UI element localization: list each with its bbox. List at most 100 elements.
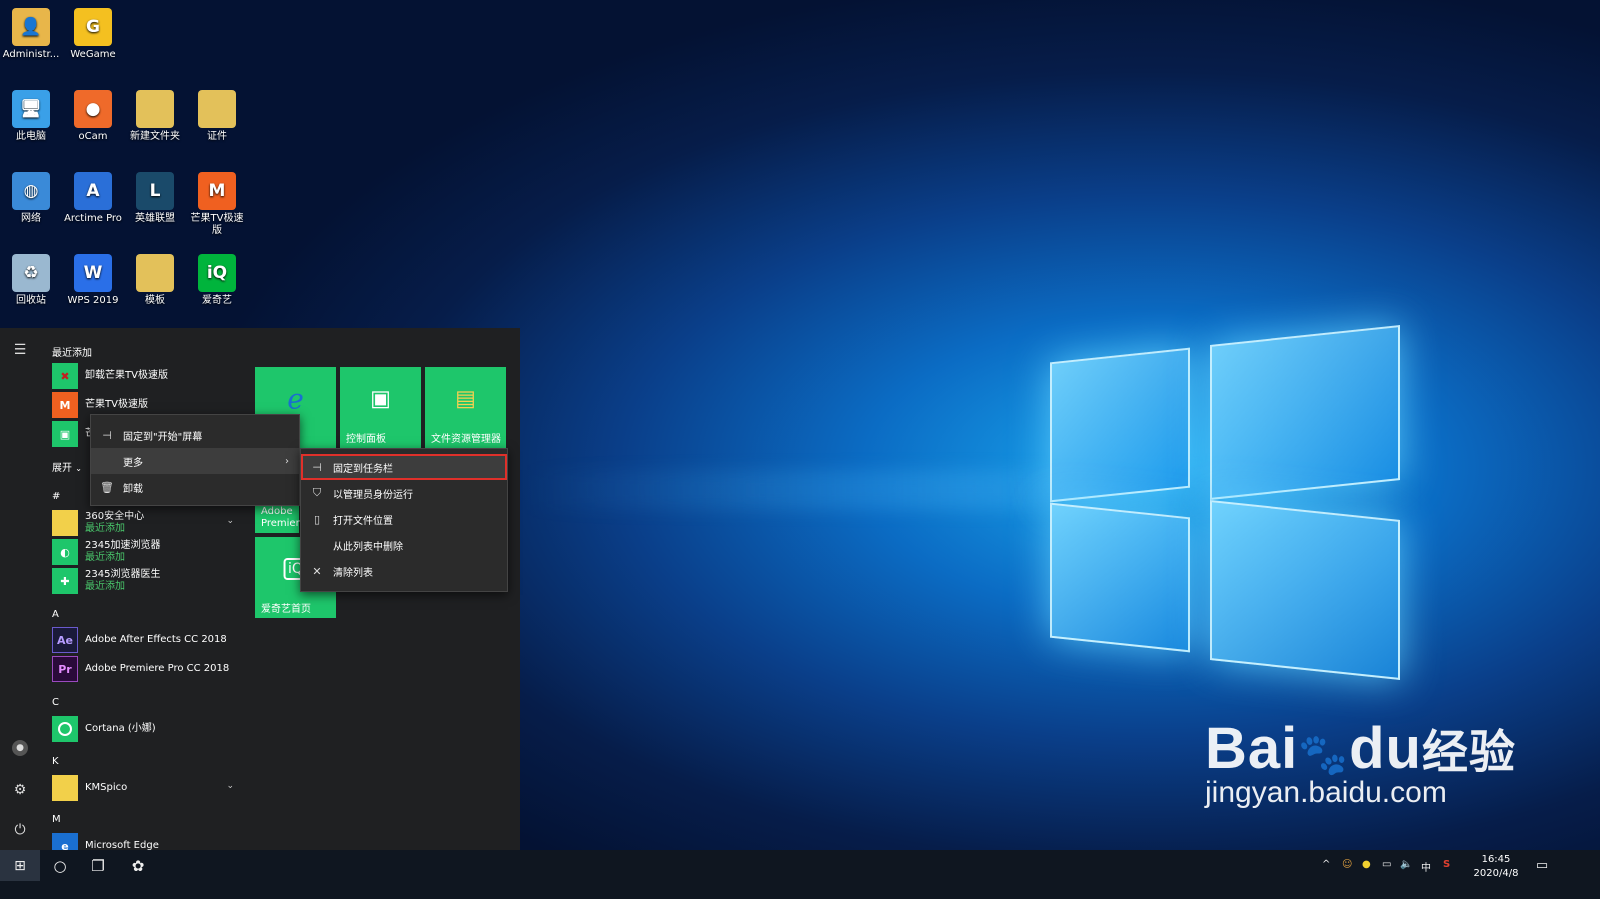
desktop-icon[interactable]: ♻ 回收站: [0, 254, 62, 307]
desktop-icon[interactable]: 新建文件夹: [124, 90, 186, 143]
list-item[interactable]: 360安全中心 最近添加 ⌄: [52, 510, 248, 536]
desktop-icon-label: Administr...: [2, 49, 60, 60]
trash-icon: 🗑: [100, 480, 114, 494]
clock[interactable]: 16:45 2020/4/8: [1470, 853, 1522, 881]
chevron-down-icon[interactable]: ⌄: [226, 781, 234, 791]
recent-header: 最近添加: [52, 348, 92, 359]
kmspico-icon: [52, 775, 78, 801]
cortana-icon: [52, 716, 78, 742]
shield-icon: ⛉: [312, 486, 322, 499]
list-item[interactable]: ✚ 2345浏览器医生 最近添加: [52, 568, 248, 594]
user-folder-icon: 👤: [12, 8, 50, 46]
notification-button[interactable]: ▭: [1522, 850, 1562, 881]
task-view-button[interactable]: ❐: [78, 850, 118, 881]
sogou-icon[interactable]: S: [1443, 859, 1450, 870]
desktop-icon-label: WPS 2019: [67, 295, 119, 306]
group-letter[interactable]: C: [52, 697, 59, 708]
computer-icon: 🖥: [12, 90, 50, 128]
list-item[interactable]: e Microsoft Edge: [52, 833, 248, 850]
windows-icon: ⊞: [14, 857, 26, 874]
user-avatar-icon[interactable]: ●: [12, 740, 28, 756]
pin-to-taskbar-item[interactable]: ⊣ 固定到任务栏: [301, 454, 507, 480]
list-item[interactable]: ✖ 卸载芒果TV极速版: [52, 363, 248, 389]
remove-from-list-item[interactable]: 从此列表中删除: [301, 532, 507, 558]
desktop-icon[interactable]: 模板: [124, 254, 186, 307]
cortana-button[interactable]: ○: [40, 850, 80, 881]
clear-list-item[interactable]: ✕ 清除列表: [301, 558, 507, 584]
group-letter[interactable]: M: [52, 814, 61, 825]
volume-icon[interactable]: 🔈: [1400, 859, 1412, 870]
power-icon[interactable]: ⏻: [10, 820, 30, 840]
desktop-icon[interactable]: A Arctime Pro: [62, 172, 124, 225]
ime-indicator[interactable]: 中: [1421, 859, 1431, 874]
more-item[interactable]: 更多 ›: [91, 448, 299, 474]
group-letter[interactable]: A: [52, 609, 59, 620]
mgtv-uninstall-icon: ✖: [52, 363, 78, 389]
360-icon: [52, 510, 78, 536]
tile-control-panel[interactable]: ▣ 控制面板: [340, 367, 421, 448]
desktop-icon-label: 芒果TV极速版: [190, 213, 244, 236]
edge-icon: e: [52, 833, 78, 850]
tray-360-icon[interactable]: ●: [1362, 859, 1371, 870]
chevron-down-icon[interactable]: ⌄: [226, 516, 234, 526]
control-panel-icon: ▣: [370, 386, 391, 412]
start-button[interactable]: ⊞: [0, 850, 40, 881]
premiere-icon: Pr: [52, 656, 78, 682]
pin-to-start-item[interactable]: ⊣ 固定到"开始"屏幕: [91, 422, 299, 448]
list-item[interactable]: Pr Adobe Premiere Pro CC 2018: [52, 656, 248, 682]
group-letter[interactable]: #: [52, 491, 60, 502]
app-list: 最近添加 ✖ 卸载芒果TV极速版 M 芒果TV极速版 ▣ 芒 展开 ⌄ # 36…: [40, 328, 250, 850]
pin-icon: ⊣: [102, 428, 112, 442]
app-label: 芒果TV极速版: [85, 399, 148, 410]
desktop-icon[interactable]: iQ 爱奇艺: [186, 254, 248, 307]
desktop-icon[interactable]: L 英雄联盟: [124, 172, 186, 225]
folder-icon: [136, 90, 174, 128]
open-file-location-item[interactable]: ▯ 打开文件位置: [301, 506, 507, 532]
run-as-admin-item[interactable]: ⛉ 以管理员身份运行: [301, 480, 507, 506]
desktop-icon[interactable]: 🖥 此电脑: [0, 90, 62, 143]
desktop-icon-label: 回收站: [16, 295, 46, 306]
desktop-icon-label: WeGame: [70, 49, 116, 60]
desktop-icon-label: 爱奇艺: [202, 295, 232, 306]
chevron-up-icon[interactable]: ^: [1322, 859, 1330, 870]
desktop-icon[interactable]: G WeGame: [62, 8, 124, 61]
list-item[interactable]: ◐ 2345加速浏览器 最近添加: [52, 539, 248, 565]
list-item[interactable]: Ae Adobe After Effects CC 2018: [52, 627, 248, 653]
hamburger-menu-icon[interactable]: ☰: [10, 340, 30, 360]
chevron-down-icon: ⌄: [75, 464, 82, 473]
context-menu: ⊣ 固定到"开始"屏幕 更多 › 🗑 卸载: [90, 414, 300, 506]
taskbar-app[interactable]: ✿: [118, 850, 158, 881]
taskbar: ⊞ ○ ❐ ✿ ^ ☺ ● ▭ 🔈 中 S 16:45 2020/4/8 ▭: [0, 850, 1600, 899]
desktop-icon[interactable]: 证件: [186, 90, 248, 143]
tray-app-icon[interactable]: ☺: [1342, 859, 1352, 870]
tile-file-explorer[interactable]: ▤ 文件资源管理器: [425, 367, 506, 448]
expand-toggle[interactable]: 展开 ⌄: [52, 459, 82, 474]
desktop-icon[interactable]: M 芒果TV极速版: [186, 172, 248, 237]
notification-icon: ▭: [1535, 858, 1549, 873]
mgtv-icon: M: [198, 172, 236, 210]
list-item[interactable]: Cortana (小娜): [52, 716, 248, 742]
pin-icon: ⊣: [312, 460, 322, 474]
desktop-icon[interactable]: ● oCam: [62, 90, 124, 143]
app-icon: ✿: [131, 856, 145, 875]
desktop-icon[interactable]: ◍ 网络: [0, 172, 62, 225]
desktop-icon-label: 模板: [145, 295, 165, 306]
windows-logo-wallpaper: [1050, 315, 1430, 680]
desktop-icon[interactable]: 👤 Administr...: [0, 8, 62, 61]
uninstall-item[interactable]: 🗑 卸载: [91, 474, 299, 500]
app-label: 卸载芒果TV极速版: [85, 370, 168, 381]
task-view-icon: ❐: [91, 856, 105, 875]
gear-icon[interactable]: ⚙: [10, 780, 30, 800]
desktop-icon-label: 网络: [21, 213, 41, 224]
list-item[interactable]: KMSpico ⌄: [52, 775, 248, 801]
group-letter[interactable]: K: [52, 756, 59, 767]
desktop-icon-label: 此电脑: [16, 131, 46, 142]
network-icon[interactable]: ▭: [1382, 859, 1391, 870]
iqiyi-icon: iQ: [198, 254, 236, 292]
desktop-icon-label: 新建文件夹: [130, 131, 180, 142]
browser-icon: ◐: [52, 539, 78, 565]
wps-icon: W: [74, 254, 112, 292]
desktop-icon[interactable]: W WPS 2019: [62, 254, 124, 307]
baidu-jingyan-watermark: Bai🐾du经验 jingyan.baidu.com: [1205, 716, 1516, 809]
chevron-right-icon: ›: [285, 455, 289, 467]
